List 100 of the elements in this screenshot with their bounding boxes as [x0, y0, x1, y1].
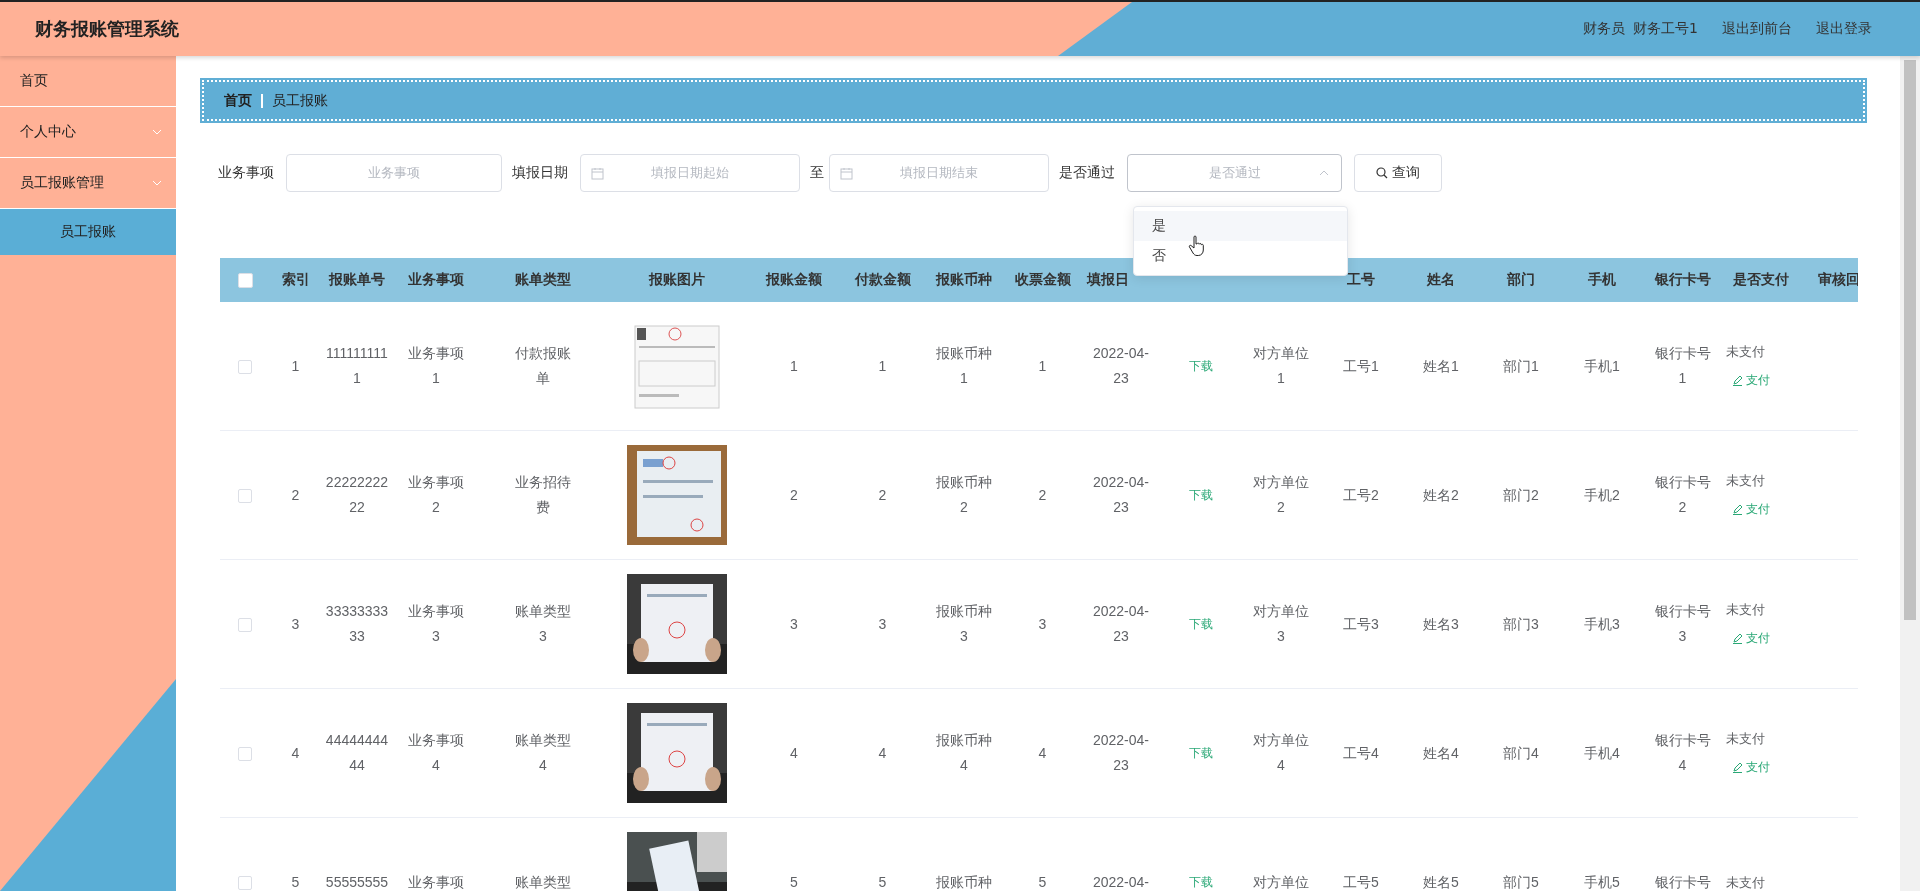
index-cell-text: 4: [291, 743, 300, 763]
download-link[interactable]: 下载: [1189, 617, 1213, 631]
index-cell-text: 5: [291, 872, 300, 891]
receipt-cell-text: 4: [1038, 743, 1047, 763]
date-field[interactable]: 填报日期结束: [829, 154, 1049, 192]
counterparty-cell-text: 对方单位1: [1252, 344, 1310, 388]
date-cell-text: 2022-04-23: [1091, 344, 1150, 388]
amount-cell-text: 3: [790, 614, 798, 634]
column-header: 收票金额: [1014, 271, 1071, 287]
calendar-icon: [591, 166, 604, 180]
payment-status: 未支付: [1726, 472, 1765, 490]
header-link[interactable]: 退出到前台: [1722, 20, 1792, 38]
menu-item[interactable]: 个人中心: [0, 107, 176, 158]
date-field[interactable]: 填报日期起始: [580, 154, 800, 192]
currency-cell-text: 报账币种4: [935, 731, 993, 775]
index-cell-text: 1: [291, 356, 300, 376]
currency-cell-text: 报账币种: [936, 872, 992, 891]
amount-cell-text: 1: [790, 356, 798, 376]
row-checkbox[interactable]: [238, 875, 252, 890]
dept-cell-text: 部门5: [1503, 872, 1539, 891]
column-header: 付款金额: [854, 271, 911, 287]
staff-cell-text: 工号4: [1343, 743, 1379, 763]
column-header: 报账币种: [936, 271, 992, 287]
pay-link[interactable]: 支付: [1726, 497, 1770, 522]
row-checkbox[interactable]: [238, 359, 252, 374]
phone-cell-text: 手机5: [1584, 872, 1620, 891]
filter-label: 填报日期: [512, 164, 568, 182]
receipt-cell-text: 2: [1038, 485, 1047, 505]
calendar-icon: [840, 166, 853, 180]
phone-cell-text: 手机4: [1584, 743, 1620, 763]
phone-cell-text: 手机1: [1584, 356, 1620, 376]
type-cell-text: 业务招待费: [514, 473, 572, 517]
index-cell-text: 2: [291, 485, 300, 505]
payment-status: 未支付: [1726, 601, 1765, 619]
date-cell-text: 2022-04-23: [1091, 473, 1150, 517]
breadcrumb-link[interactable]: 员工报账: [272, 91, 328, 110]
filter-label: 是否通过: [1059, 164, 1115, 182]
column-header: 填报日: [1087, 271, 1129, 287]
dropdown-option[interactable]: 否: [1134, 241, 1347, 271]
download-link[interactable]: 下载: [1189, 746, 1213, 760]
chevron-up-icon: [1319, 170, 1329, 176]
column-header: 报账单号: [329, 271, 385, 287]
dept-cell-text: 部门2: [1503, 485, 1539, 505]
paid-cell-text: 3: [878, 614, 887, 634]
receipt-cell-text: 5: [1038, 872, 1047, 891]
bank-card-cell-text: 银行卡号4: [1653, 731, 1712, 775]
pencil-icon: [1732, 504, 1743, 515]
bank-card-cell-text: 银行卡号2: [1653, 473, 1712, 517]
amount-cell-text: 5: [790, 872, 798, 891]
column-header: 银行卡号: [1654, 271, 1711, 287]
pay-link[interactable]: 支付: [1726, 755, 1770, 780]
bank-card-cell-text: 银行卡号1: [1653, 344, 1712, 388]
submenu-item[interactable]: 员工报账: [0, 209, 176, 255]
column-header: 姓名: [1427, 271, 1455, 287]
download-link[interactable]: 下载: [1189, 359, 1213, 373]
phone-cell-text: 手机2: [1584, 485, 1620, 505]
dept-cell-text: 部门4: [1503, 743, 1539, 763]
row-checkbox[interactable]: [238, 746, 252, 761]
bank-card-cell-text: 银行卡号3: [1653, 602, 1712, 646]
dept-cell-text: 部门1: [1503, 356, 1539, 376]
staff-cell-text: 工号3: [1343, 614, 1379, 634]
download-link[interactable]: 下载: [1189, 488, 1213, 502]
name-cell-text: 姓名4: [1423, 743, 1459, 763]
paid-cell-text: 1: [878, 356, 887, 376]
name-cell-text: 姓名2: [1423, 485, 1459, 505]
amount-cell-text: 4: [790, 743, 798, 763]
user-role: 财务员: [1583, 20, 1626, 38]
currency-cell-text: 报账币种2: [935, 473, 993, 517]
header-link[interactable]: 退出登录: [1816, 20, 1872, 38]
paid-cell-text: 5: [878, 872, 887, 891]
number-cell-text: 3333333333: [324, 602, 390, 646]
column-header: 报账金额: [766, 271, 822, 287]
search-button[interactable]: 查询: [1354, 154, 1442, 192]
download-link[interactable]: 下载: [1189, 875, 1213, 889]
select-all-checkbox[interactable]: [237, 273, 253, 289]
dropdown-option[interactable]: 是: [1134, 211, 1347, 241]
row-checkbox[interactable]: [238, 617, 252, 632]
breadcrumb-link[interactable]: 首页: [224, 91, 252, 110]
counterparty-cell-text: 对方单位2: [1252, 473, 1310, 517]
pay-link[interactable]: 支付: [1726, 626, 1770, 651]
type-cell-text: 账单类型: [515, 872, 571, 891]
menu-item[interactable]: 首页: [0, 56, 176, 107]
column-header: 审核回: [1818, 271, 1858, 287]
number-cell-text: 55555555: [325, 872, 389, 891]
select-field[interactable]: 是否通过: [1127, 154, 1342, 192]
hand-cursor-icon: [1188, 235, 1206, 257]
scrollbar-thumb[interactable]: [1904, 60, 1916, 620]
index-cell-text: 3: [291, 614, 300, 634]
pay-link[interactable]: 支付: [1726, 368, 1770, 393]
payment-status: 未支付: [1726, 730, 1765, 748]
column-header: 索引: [281, 271, 310, 287]
app-title: 财务报账管理系统: [35, 17, 179, 41]
paid-cell-text: 2: [878, 485, 887, 505]
pencil-icon: [1732, 762, 1743, 773]
staff-cell-text: 工号1: [1343, 356, 1379, 376]
row-checkbox[interactable]: [238, 488, 252, 503]
type-cell-text: 账单类型4: [514, 731, 572, 775]
number-cell-text: 2222222222: [324, 473, 390, 517]
currency-cell-text: 报账币种1: [935, 344, 993, 388]
text-field[interactable]: 业务事项: [286, 154, 502, 192]
